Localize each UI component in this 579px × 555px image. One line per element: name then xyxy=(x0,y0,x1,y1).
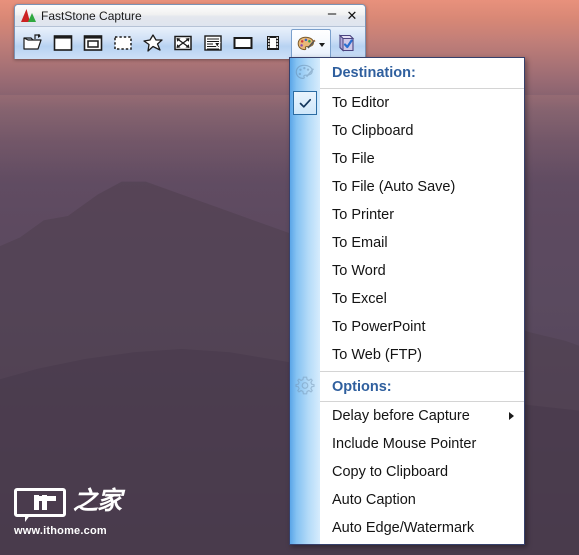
watermark-url: www.ithome.com xyxy=(14,525,107,537)
capture-rectangle-icon xyxy=(114,36,132,50)
checked-indicator xyxy=(293,91,317,115)
palette-icon xyxy=(297,36,316,51)
menu-item-to-file[interactable]: To File xyxy=(320,145,524,173)
ithome-watermark: 之家 www.ithome.com xyxy=(14,488,154,537)
menu-body: Destination: To Editor To Clipboard To F… xyxy=(320,58,524,544)
menu-section-header-options: Options: xyxy=(320,371,524,402)
menu-item-to-file-autosave[interactable]: To File (Auto Save) xyxy=(320,173,524,201)
open-file-button[interactable] xyxy=(18,29,48,57)
watermark-logo-row: 之家 xyxy=(14,488,154,522)
watermark-logo-cn: 之家 xyxy=(73,488,122,515)
main-toolbar xyxy=(15,27,365,59)
menu-item-include-mouse-pointer[interactable]: Include Mouse Pointer xyxy=(320,430,524,458)
capture-fullscreen-icon xyxy=(53,35,73,51)
submenu-arrow-icon xyxy=(509,412,514,420)
ithome-logo-bubble-icon xyxy=(14,488,66,522)
capture-freehand-button[interactable] xyxy=(138,29,168,57)
window-title: FastStone Capture xyxy=(41,8,142,23)
menu-item-label: Delay before Capture xyxy=(332,408,470,424)
settings-icon xyxy=(338,34,354,52)
capture-scrolling-window-icon xyxy=(204,35,222,51)
faststone-capture-window: FastStone Capture – ✕ xyxy=(14,4,366,59)
screen-recorder-icon xyxy=(267,36,279,50)
capture-freehand-icon xyxy=(143,34,163,52)
menu-section-header-destination: Destination: xyxy=(320,58,524,89)
menu-item-to-word[interactable]: To Word xyxy=(320,257,524,285)
window-titlebar[interactable]: FastStone Capture – ✕ xyxy=(15,5,365,27)
capture-fixed-region-button[interactable] xyxy=(168,29,198,57)
menu-item-auto-edge-watermark[interactable]: Auto Edge/Watermark xyxy=(320,514,524,542)
menu-item-auto-caption[interactable]: Auto Caption xyxy=(320,486,524,514)
output-destination-menu: Destination: To Editor To Clipboard To F… xyxy=(289,57,525,545)
menu-item-to-powerpoint[interactable]: To PowerPoint xyxy=(320,313,524,341)
capture-scrolling-window-button[interactable] xyxy=(198,29,228,57)
capture-fixed-size-icon xyxy=(233,37,253,49)
open-file-icon xyxy=(23,34,42,50)
close-button[interactable]: ✕ xyxy=(342,7,362,25)
menu-item-copy-to-clipboard[interactable]: Copy to Clipboard xyxy=(320,458,524,486)
palette-icon xyxy=(294,62,316,84)
minimize-button[interactable]: – xyxy=(322,4,342,27)
menu-item-to-clipboard[interactable]: To Clipboard xyxy=(320,117,524,145)
menu-item-delay-before-capture[interactable]: Delay before Capture xyxy=(320,402,524,430)
capture-fullscreen-button[interactable] xyxy=(48,29,78,57)
settings-button[interactable] xyxy=(331,29,361,57)
menu-item-to-email[interactable]: To Email xyxy=(320,229,524,257)
check-icon xyxy=(299,98,311,108)
screen-recorder-button[interactable] xyxy=(258,29,288,57)
menu-item-to-web-ftp[interactable]: To Web (FTP) xyxy=(320,341,524,369)
chevron-down-icon xyxy=(319,42,325,47)
output-destination-button[interactable] xyxy=(291,29,331,59)
menu-item-to-editor[interactable]: To Editor xyxy=(320,89,524,117)
faststone-mountain-logo-icon xyxy=(21,9,36,22)
capture-rectangle-button[interactable] xyxy=(108,29,138,57)
gear-icon xyxy=(294,375,316,397)
menu-gutter xyxy=(290,58,320,544)
capture-fixed-region-icon xyxy=(174,35,192,51)
menu-item-to-excel[interactable]: To Excel xyxy=(320,285,524,313)
capture-fixed-size-button[interactable] xyxy=(228,29,258,57)
capture-window-icon xyxy=(83,35,103,51)
menu-item-to-printer[interactable]: To Printer xyxy=(320,201,524,229)
capture-window-button[interactable] xyxy=(78,29,108,57)
